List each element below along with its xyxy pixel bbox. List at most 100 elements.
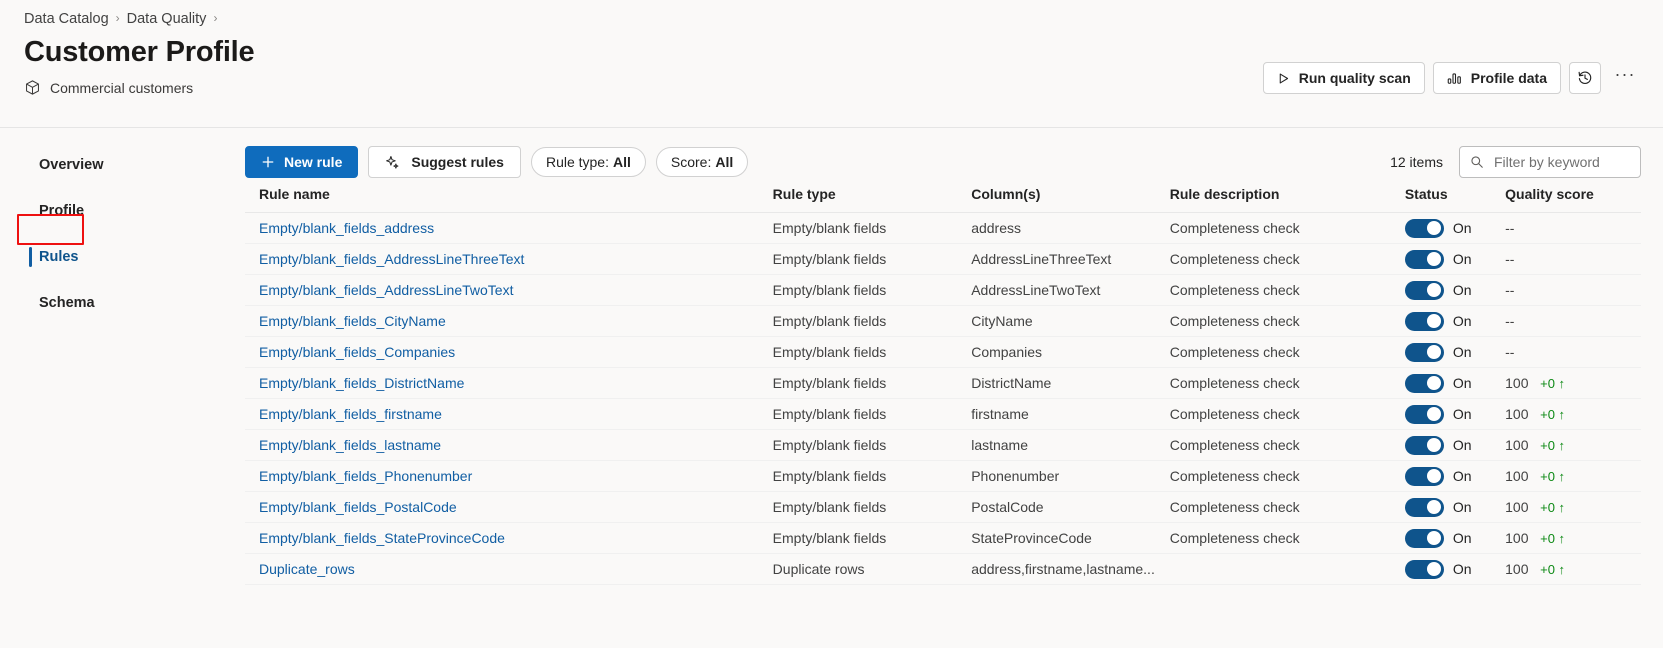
column-header-quality-score[interactable]: Quality score <box>1505 186 1641 213</box>
new-rule-button[interactable]: New rule <box>245 146 359 178</box>
rule-name-link[interactable]: Empty/blank_fields_Phonenumber <box>259 468 472 484</box>
data-quality-rules-page: Data Catalog › Data Quality › Customer P… <box>0 0 1663 648</box>
rule-name-link[interactable]: Empty/blank_fields_DistrictName <box>259 375 464 391</box>
status-toggle[interactable] <box>1404 528 1444 548</box>
status-label: On <box>1452 220 1472 236</box>
column-header-rule-description[interactable]: Rule description <box>1169 186 1405 213</box>
play-icon <box>1277 72 1290 85</box>
cell-status: On <box>1404 367 1506 399</box>
sidebar-item-overview[interactable]: Overview <box>0 148 245 182</box>
status-toggle[interactable] <box>1404 311 1444 331</box>
table-row[interactable]: Empty/blank_fields_AddressLineThreeText E… <box>245 243 1641 275</box>
filter-score[interactable]: Score: All <box>655 147 749 177</box>
sidebar-item-rules[interactable]: Rules <box>0 240 245 274</box>
cell-columns: CityName <box>971 305 1170 337</box>
table-row[interactable]: Empty/blank_fields_AddressLineTwoText Emp… <box>245 274 1641 306</box>
table-row[interactable]: Empty/blank_fields_PostalCode Empty/blank… <box>245 491 1641 523</box>
breadcrumb: Data Catalog › Data Quality › <box>0 0 1663 27</box>
toggle-knob <box>1426 345 1441 359</box>
more-options-button[interactable]: ··· <box>1609 62 1641 94</box>
cell-status: On <box>1404 429 1506 461</box>
cell-quality-score: -- <box>1505 336 1641 368</box>
table-row[interactable]: Empty/blank_fields_CityName Empty/blank f… <box>245 305 1641 337</box>
rule-name-link[interactable]: Empty/blank_fields_Companies <box>259 344 455 360</box>
table-row[interactable]: Empty/blank_fields_Companies Empty/blank … <box>245 336 1641 368</box>
status-toggle[interactable] <box>1404 373 1444 393</box>
run-quality-scan-button[interactable]: Run quality scan <box>1262 62 1425 94</box>
column-header-rule-type[interactable]: Rule type <box>772 186 972 213</box>
status-toggle[interactable] <box>1404 342 1444 362</box>
quality-score-value: 100 <box>1505 561 1529 577</box>
rule-name-link[interactable]: Duplicate_rows <box>259 561 355 577</box>
status-toggle[interactable] <box>1404 559 1444 579</box>
rule-name-link[interactable]: Empty/blank_fields_StateProvinceCode <box>259 530 505 546</box>
status-label: On <box>1452 251 1472 267</box>
sidebar-item-schema[interactable]: Schema <box>0 286 245 320</box>
rule-name-link[interactable]: Empty/blank_fields_AddressLineTwoText <box>259 282 513 298</box>
rule-name-link[interactable]: Empty/blank_fields_firstname <box>259 406 442 422</box>
toggle-knob <box>1426 407 1441 421</box>
sidebar-item-profile[interactable]: Profile <box>0 194 245 228</box>
profile-data-button[interactable]: Profile data <box>1432 62 1561 94</box>
quality-score-delta: +0 ↑ <box>1540 499 1566 515</box>
table-row[interactable]: Empty/blank_fields_address Empty/blank fi… <box>245 212 1641 244</box>
table-row[interactable]: Empty/blank_fields_lastname Empty/blank f… <box>245 429 1641 461</box>
breadcrumb-item-data-quality[interactable]: Data Quality <box>127 11 207 27</box>
sidebar-item-label: Profile <box>39 203 85 219</box>
quality-score-delta: +0 ↑ <box>1540 530 1566 546</box>
cell-rule-type: Empty/blank fields <box>772 367 972 399</box>
column-header-status[interactable]: Status <box>1404 186 1506 213</box>
cell-columns: Phonenumber <box>971 460 1170 492</box>
table-row[interactable]: Empty/blank_fields_DistrictName Empty/bla… <box>245 367 1641 399</box>
toggle-knob <box>1426 531 1441 545</box>
column-header-columns[interactable]: Column(s) <box>971 186 1170 213</box>
cell-rule-type: Empty/blank fields <box>772 336 972 368</box>
breadcrumb-item-data-catalog[interactable]: Data Catalog <box>24 11 109 27</box>
filter-rule-type[interactable]: Rule type: All <box>530 147 646 177</box>
toggle-knob <box>1426 252 1441 266</box>
status-toggle[interactable] <box>1404 435 1444 455</box>
status-toggle[interactable] <box>1404 249 1444 269</box>
score-cell: 100 +0 ↑ <box>1505 437 1641 453</box>
cell-rule-name: Empty/blank_fields_Phonenumber <box>245 460 773 492</box>
item-count: 12 items <box>1390 154 1443 170</box>
toggle-knob <box>1426 438 1441 452</box>
status-toggle[interactable] <box>1404 404 1444 424</box>
table-row[interactable]: Empty/blank_fields_StateProvinceCode Empt… <box>245 522 1641 554</box>
status-toggle[interactable] <box>1404 280 1444 300</box>
filter-score-label: Score: <box>670 154 712 170</box>
rule-name-link[interactable]: Empty/blank_fields_CityName <box>259 313 446 329</box>
suggest-rules-button[interactable]: Suggest rules <box>368 146 521 178</box>
toggle-knob <box>1426 221 1441 235</box>
cell-status: On <box>1404 212 1506 244</box>
rule-name-link[interactable]: Empty/blank_fields_AddressLineThreeText <box>259 251 524 267</box>
rule-name-link[interactable]: Empty/blank_fields_PostalCode <box>259 499 457 515</box>
cell-rule-type: Empty/blank fields <box>772 243 972 275</box>
filter-search-box[interactable] <box>1459 146 1641 178</box>
cell-rule-name: Empty/blank_fields_AddressLineThreeText <box>245 243 773 275</box>
table-row[interactable]: Empty/blank_fields_firstname Empty/blank … <box>245 398 1641 430</box>
filter-search-input[interactable] <box>1492 153 1630 171</box>
table-row[interactable]: Duplicate_rows Duplicate rows address,firs… <box>245 553 1641 585</box>
cell-rule-type: Empty/blank fields <box>772 429 972 461</box>
cell-status: On <box>1404 522 1506 554</box>
table-row[interactable]: Empty/blank_fields_Phonenumber Empty/blan… <box>245 460 1641 492</box>
status-label: On <box>1452 344 1472 360</box>
rule-name-link[interactable]: Empty/blank_fields_lastname <box>259 437 441 453</box>
score-cell: -- <box>1505 313 1641 329</box>
sparkle-icon <box>385 155 400 170</box>
table-header-row: Rule name Rule type Column(s) Rule descr… <box>245 186 1641 213</box>
toolbar-right: 12 items <box>1390 146 1641 178</box>
quality-score-value: -- <box>1505 313 1515 329</box>
column-header-rule-name[interactable]: Rule name <box>245 186 773 213</box>
cell-rule-description: Completeness check <box>1169 305 1405 337</box>
filter-rule-type-label: Rule type: <box>545 154 609 170</box>
status-cell: On <box>1404 497 1505 517</box>
status-toggle[interactable] <box>1404 218 1444 238</box>
cell-status: On <box>1404 243 1506 275</box>
status-toggle[interactable] <box>1404 466 1444 486</box>
status-toggle[interactable] <box>1404 497 1444 517</box>
cell-status: On <box>1404 398 1506 430</box>
rule-name-link[interactable]: Empty/blank_fields_address <box>259 220 434 236</box>
history-button[interactable] <box>1569 62 1601 94</box>
